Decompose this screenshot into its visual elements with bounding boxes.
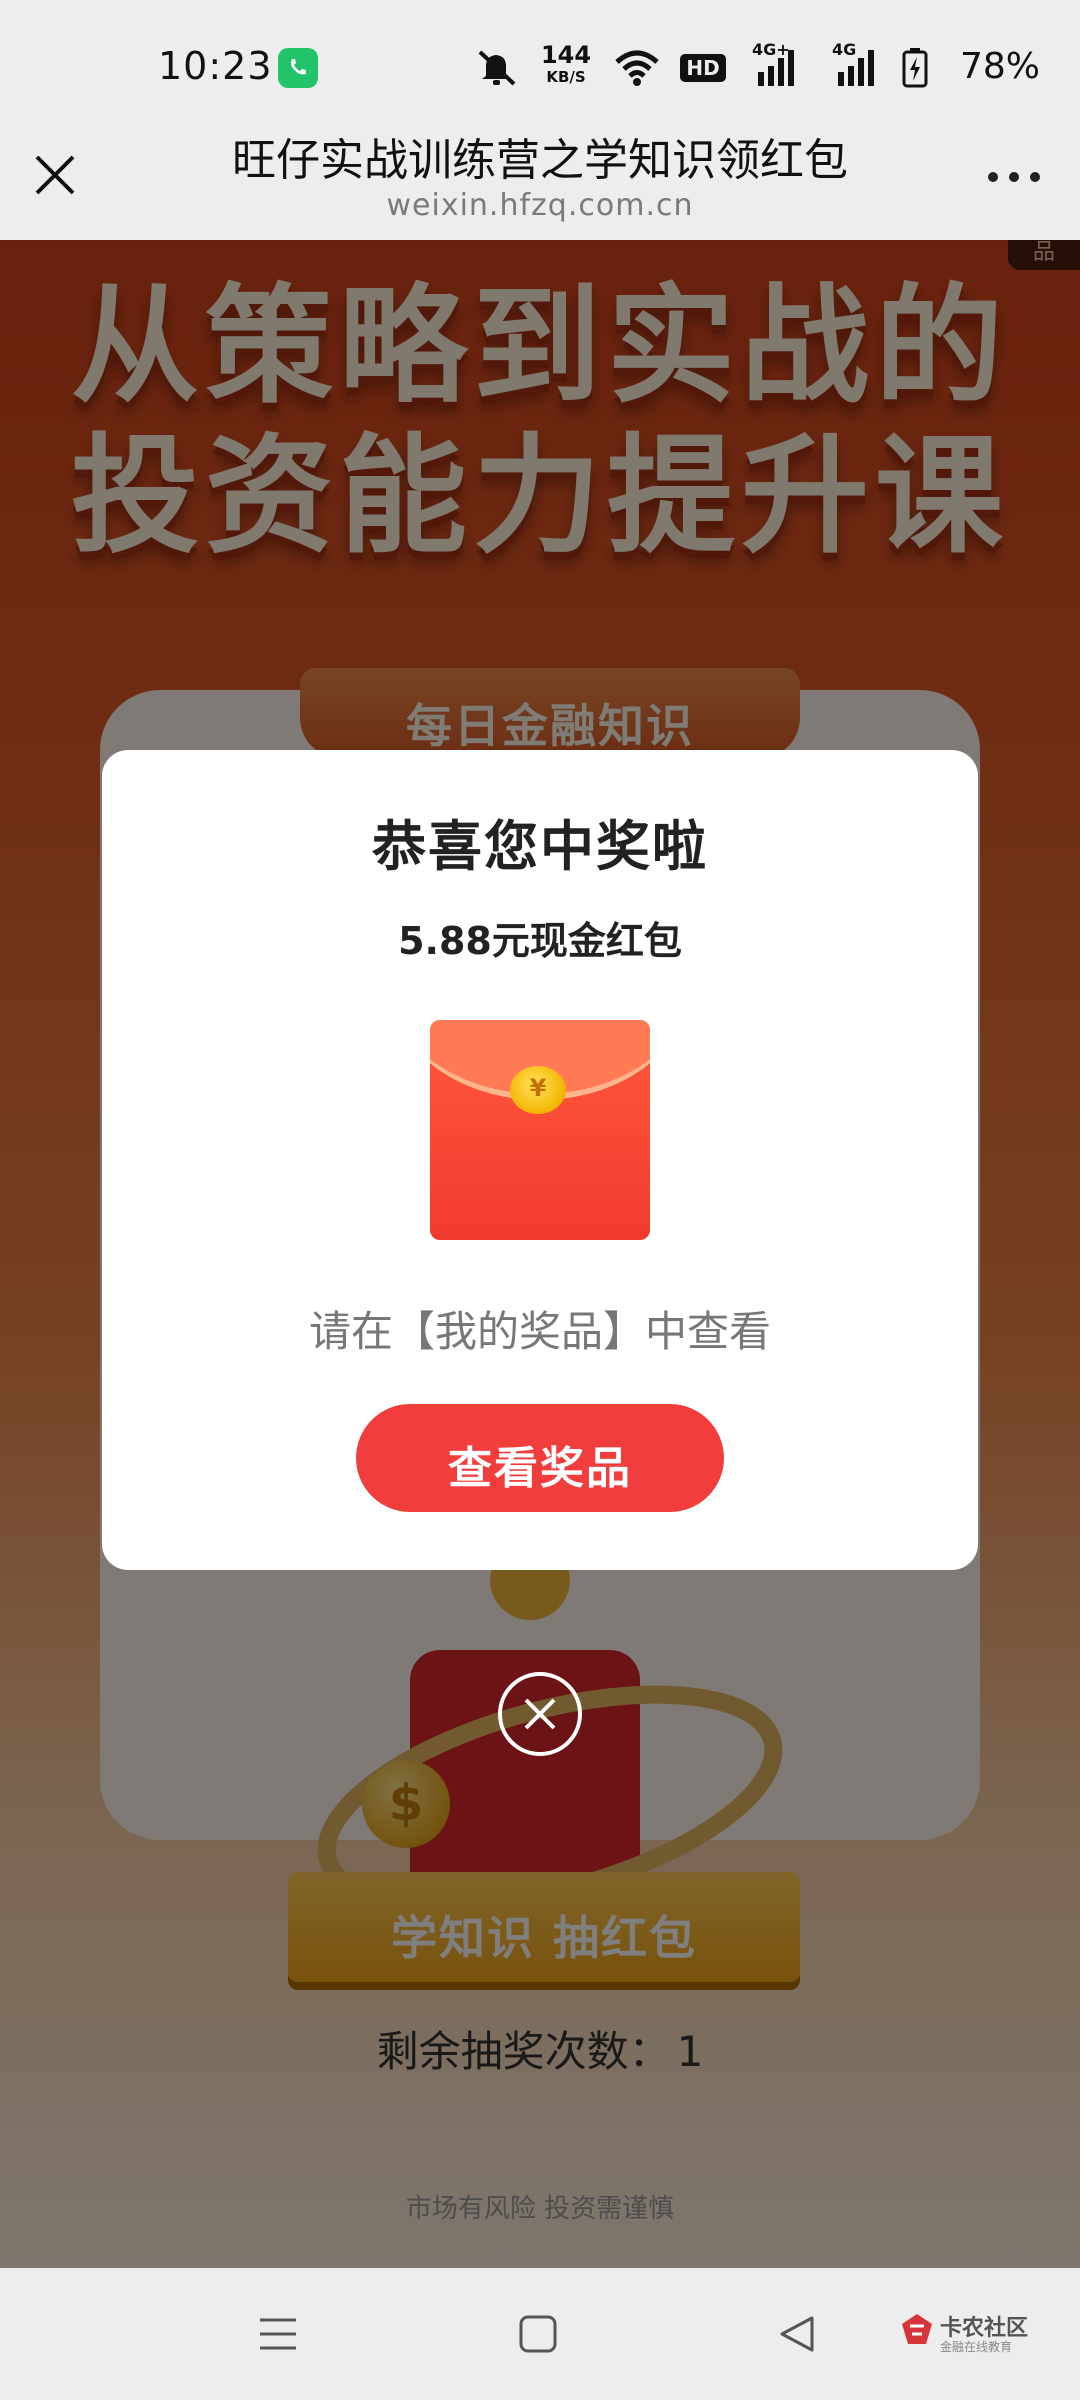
page-title: 旺仔实战训练营之学知识领红包 xyxy=(232,135,848,186)
status-bar: 10:23 144 KB/S HD 4G+ 4G 78% xyxy=(0,0,1080,136)
home-icon[interactable] xyxy=(516,2312,560,2360)
back-icon[interactable] xyxy=(774,2312,818,2360)
phone-screen: 10:23 144 KB/S HD 4G+ 4G 78% 旺仔实战训练营之学知识… xyxy=(0,0,1080,2400)
view-prize-button[interactable]: 查看奖品 xyxy=(356,1404,724,1512)
more-icon[interactable] xyxy=(984,158,1044,194)
battery-percent: 78% xyxy=(959,46,1040,87)
network-speed-value: 144 xyxy=(540,41,592,69)
menu-icon[interactable] xyxy=(256,2312,300,2360)
battery-charging-icon xyxy=(902,48,928,92)
page-url: weixin.hfzq.com.cn xyxy=(386,188,694,223)
view-prize-label: 查看奖品 xyxy=(448,1443,632,1494)
hd-icon: HD xyxy=(680,54,726,82)
yuan-symbol: ¥ xyxy=(529,1074,547,1102)
signal-icon: 4G xyxy=(832,40,882,90)
phone-call-icon[interactable] xyxy=(278,48,318,88)
prize-modal: 恭喜您中奖啦 5.88元现金红包 ¥ 请在【我的奖品】中查看 查看奖品 xyxy=(102,750,978,1570)
network-speed-unit: KB/S xyxy=(546,68,586,86)
network-speed: 144 KB/S xyxy=(534,41,598,88)
status-time: 10:23 xyxy=(158,44,273,88)
modal-title: 恭喜您中奖啦 xyxy=(372,815,708,878)
modal-close-icon[interactable] xyxy=(498,1672,582,1756)
watermark-subtext: 金融在线教育 xyxy=(940,2340,1013,2354)
wifi-icon xyxy=(614,50,660,90)
watermark-logo: 卡农社区 金融在线教育 xyxy=(900,2308,1070,2358)
mute-icon xyxy=(474,48,520,92)
modal-hint: 请在【我的奖品】中查看 xyxy=(308,1307,771,1356)
yuan-coin-icon: ¥ xyxy=(510,1066,566,1114)
status-icons: 144 KB/S HD 4G+ 4G 78% xyxy=(440,40,1040,96)
signal-icon: 4G+ xyxy=(752,40,802,90)
system-nav-bar: 卡农社区 金融在线教育 xyxy=(0,2268,1080,2400)
red-envelope-icon: ¥ xyxy=(430,1020,650,1240)
prize-amount: 5.88元现金红包 xyxy=(398,919,682,963)
